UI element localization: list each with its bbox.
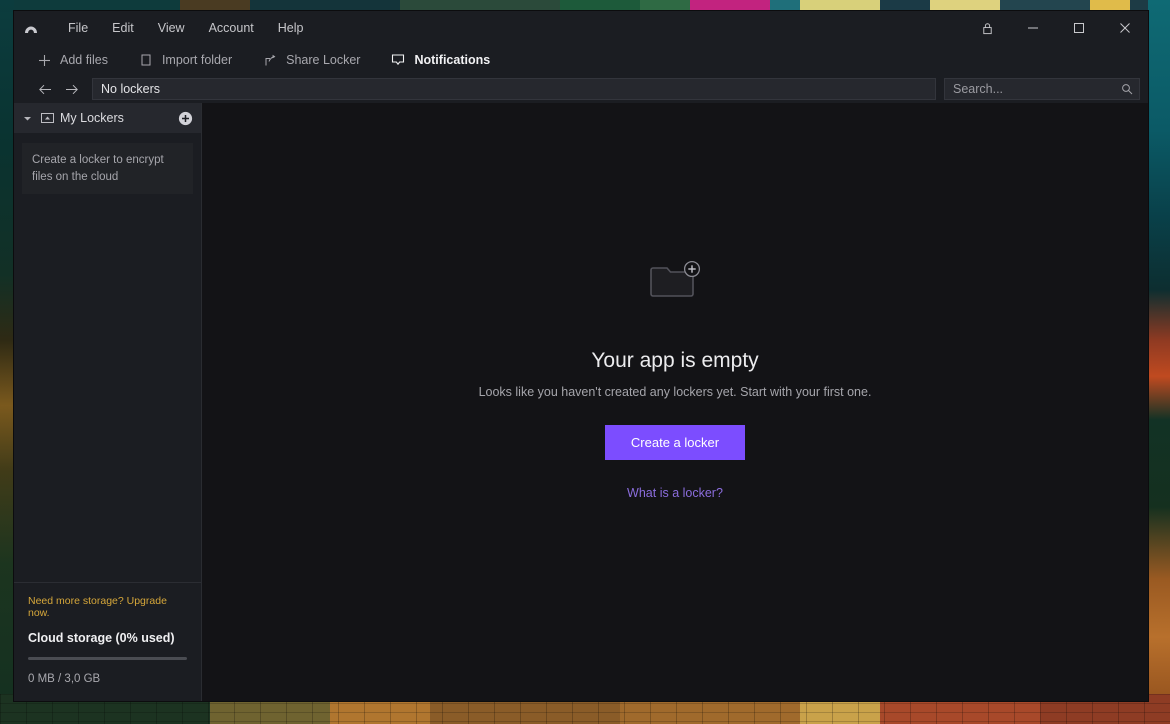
cloud-storage-title: Cloud storage (0% used)	[28, 631, 175, 645]
menu-item-view[interactable]: View	[146, 11, 197, 45]
empty-state: Your app is empty Looks like you haven't…	[478, 258, 872, 500]
window-body: My Lockers Create a locker to encrypt fi…	[14, 103, 1148, 701]
import-folder-label: Import folder	[161, 53, 233, 67]
share-icon	[262, 52, 278, 68]
what-is-a-locker-link[interactable]: What is a locker?	[627, 486, 723, 500]
search-icon	[1121, 83, 1133, 95]
nordlocker-arch-logo-icon	[14, 11, 48, 45]
plus-icon	[36, 52, 52, 68]
notifications-button[interactable]: Notifications	[386, 49, 494, 71]
menu-item-file[interactable]: File	[56, 11, 100, 45]
add-files-label: Add files	[60, 53, 108, 67]
sidebar-item-my-lockers[interactable]: My Lockers	[14, 103, 201, 133]
notification-bell-icon	[390, 52, 406, 68]
main-toolbar: Add files Import folder Share Locker Not…	[14, 45, 1148, 75]
arrow-right-icon[interactable]	[58, 78, 84, 100]
locker-folder-icon	[38, 111, 56, 125]
folder-plus-icon	[649, 258, 701, 307]
close-icon[interactable]	[1102, 11, 1148, 45]
storage-section: Need more storage? Upgrade now. Cloud st…	[14, 582, 201, 701]
folder-import-icon	[138, 52, 154, 68]
wallpaper-right-band	[1148, 0, 1170, 724]
notifications-label: Notifications	[414, 53, 491, 67]
chevron-down-icon[interactable]	[20, 114, 34, 123]
create-locker-button[interactable]: Create a locker	[604, 425, 746, 460]
share-locker-label: Share Locker	[286, 53, 361, 67]
storage-progress-bar	[28, 657, 187, 660]
arrow-left-icon[interactable]	[32, 78, 58, 100]
lock-icon[interactable]	[964, 11, 1010, 45]
import-folder-button[interactable]: Import folder	[134, 49, 236, 71]
create-locker-hint: Create a locker to encrypt files on the …	[22, 143, 193, 195]
menu-bar: File Edit View Account Help	[56, 11, 315, 45]
sidebar: My Lockers Create a locker to encrypt fi…	[14, 103, 202, 701]
menu-item-help[interactable]: Help	[266, 11, 316, 45]
nordlocker-window: File Edit View Account Help Add files Im…	[14, 11, 1148, 701]
empty-state-title: Your app is empty	[591, 349, 759, 372]
title-bar: File Edit View Account Help	[14, 11, 1148, 45]
wallpaper-left-band	[0, 0, 14, 724]
menu-item-account[interactable]: Account	[197, 11, 266, 45]
add-files-button[interactable]: Add files	[32, 49, 112, 71]
path-input[interactable]	[92, 78, 936, 100]
share-locker-button[interactable]: Share Locker	[258, 49, 364, 71]
window-controls	[964, 11, 1148, 45]
search-input[interactable]	[953, 82, 1121, 96]
search-box[interactable]	[944, 78, 1140, 100]
menu-item-edit[interactable]: Edit	[100, 11, 146, 45]
maximize-icon[interactable]	[1056, 11, 1102, 45]
minimize-icon[interactable]	[1010, 11, 1056, 45]
desktop-wallpaper: File Edit View Account Help Add files Im…	[0, 0, 1170, 724]
main-content-area: Your app is empty Looks like you haven't…	[202, 103, 1148, 701]
path-bar	[14, 75, 1148, 103]
add-circle-icon[interactable]	[175, 108, 195, 128]
storage-usage-text: 0 MB / 3,0 GB	[28, 673, 101, 685]
upgrade-storage-link[interactable]: Need more storage? Upgrade now.	[28, 595, 187, 619]
empty-state-subtitle: Looks like you haven't created any locke…	[478, 385, 872, 399]
sidebar-my-lockers-label: My Lockers	[60, 111, 124, 125]
